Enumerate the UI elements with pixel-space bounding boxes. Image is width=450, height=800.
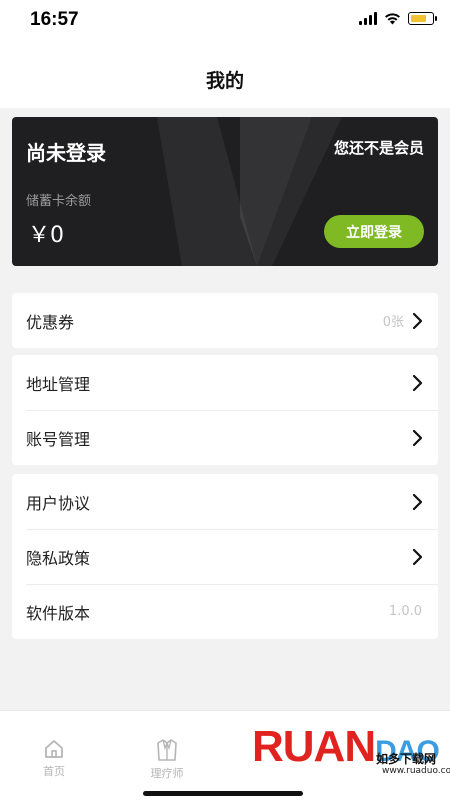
chevron-right-icon [412, 429, 423, 446]
info-group: 用户协议 隐私政策 软件版本 1.0.0 [12, 474, 438, 639]
status-icons [359, 12, 437, 25]
menu-item-label: 优惠券 [26, 312, 75, 332]
account-group: 地址管理 账号管理 [12, 355, 438, 465]
login-button[interactable]: 立即登录 [324, 215, 424, 248]
version-value: 1.0.0 [388, 604, 422, 619]
menu-item-label: 隐私政策 [26, 548, 91, 568]
nav-item-therapist[interactable]: 理疗师 [127, 737, 207, 781]
chevron-right-icon [412, 374, 423, 391]
menu-item-label: 用户协议 [26, 493, 91, 513]
watermark-logo: RUANDAO 如多下载网 www.ruaduo.com [252, 722, 450, 792]
watermark-url: www.ruaduo.com [382, 766, 450, 776]
status-time: 16:57 [30, 9, 79, 30]
menu-item-user-agreement[interactable]: 用户协议 [12, 474, 438, 529]
balance-value: ￥0 [28, 223, 64, 248]
coupon-count: 0张 [382, 315, 404, 330]
balance-label: 储蓄卡余额 [26, 194, 92, 209]
page-title: 我的 [205, 70, 244, 92]
battery-icon [408, 12, 437, 25]
home-indicator [143, 791, 303, 796]
signal-icon [359, 12, 377, 25]
coat-icon [157, 739, 177, 761]
menu-item-version: 软件版本 1.0.0 [12, 584, 438, 639]
menu-item-label: 软件版本 [26, 603, 91, 623]
menu-item-label: 地址管理 [26, 374, 91, 394]
menu-item-account[interactable]: 账号管理 [12, 410, 438, 465]
login-status: 尚未登录 [26, 141, 106, 165]
menu-item-label: 账号管理 [26, 429, 91, 449]
watermark-cn: 如多下载网 [376, 752, 437, 766]
menu-item-privacy-policy[interactable]: 隐私政策 [12, 529, 438, 584]
nav-item-home[interactable]: 首页 [14, 737, 94, 779]
home-icon [45, 740, 63, 758]
chevron-right-icon [412, 312, 423, 329]
wifi-icon [385, 13, 400, 25]
member-card: 尚未登录 您还不是会员 储蓄卡余额 ￥0 立即登录 [12, 117, 438, 266]
nav-label: 首页 [43, 765, 65, 778]
member-status: 您还不是会员 [333, 139, 424, 157]
top-bar: 16:57 我的 [0, 0, 450, 108]
nav-label: 理疗师 [150, 767, 184, 780]
coupon-group: 优惠券 0张 [12, 293, 438, 348]
menu-item-address[interactable]: 地址管理 [12, 355, 438, 410]
chevron-right-icon [412, 548, 423, 565]
chevron-right-icon [412, 493, 423, 510]
menu-item-coupons[interactable]: 优惠券 0张 [12, 293, 438, 348]
